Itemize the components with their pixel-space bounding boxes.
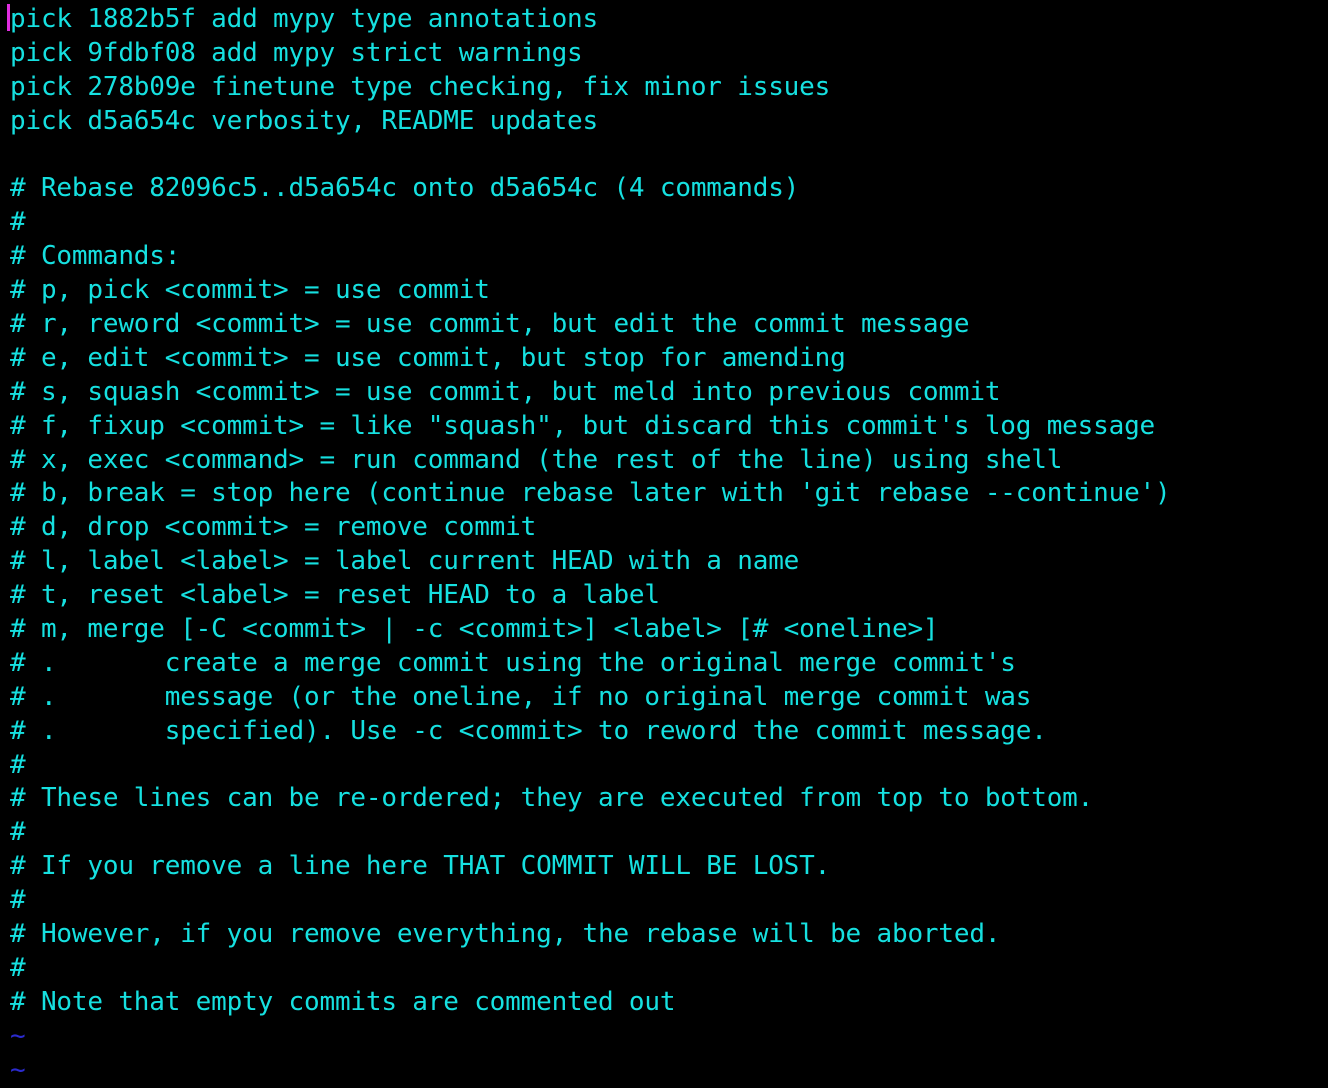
buffer-comment-line[interactable]: # s, squash <commit> = use commit, but m…	[10, 376, 1328, 410]
buffer-comment-line[interactable]: # Rebase 82096c5..d5a654c onto d5a654c (…	[10, 172, 1328, 206]
buffer-filler-line[interactable]: ~	[10, 1054, 1328, 1088]
buffer-comment-line[interactable]: # e, edit <commit> = use commit, but sto…	[10, 342, 1328, 376]
buffer-comment-line[interactable]: #	[10, 884, 1328, 918]
buffer-comment-line[interactable]: # Commands:	[10, 240, 1328, 274]
buffer-comment-line[interactable]: # l, label <label> = label current HEAD …	[10, 545, 1328, 579]
buffer-comment-line[interactable]: # These lines can be re-ordered; they ar…	[10, 782, 1328, 816]
buffer-todo-line[interactable]: pick d5a654c verbosity, README updates	[10, 105, 1328, 139]
vim-buffer[interactable]: pick 1882b5f add mypy type annotations pi…	[10, 3, 1328, 1088]
buffer-comment-line[interactable]: #	[10, 206, 1328, 240]
buffer-todo-line[interactable]: pick 278b09e finetune type checking, fix…	[10, 71, 1328, 105]
buffer-comment-line[interactable]: #	[10, 952, 1328, 986]
buffer-comment-line[interactable]: # . create a merge commit using the orig…	[10, 647, 1328, 681]
text-cursor	[7, 4, 10, 31]
buffer-comment-line[interactable]: # p, pick <commit> = use commit	[10, 274, 1328, 308]
buffer-comment-line[interactable]: # f, fixup <commit> = like "squash", but…	[10, 410, 1328, 444]
buffer-comment-line[interactable]: # . specified). Use -c <commit> to rewor…	[10, 715, 1328, 749]
buffer-comment-line[interactable]: # b, break = stop here (continue rebase …	[10, 477, 1328, 511]
buffer-comment-line[interactable]: # However, if you remove everything, the…	[10, 918, 1328, 952]
buffer-comment-line[interactable]: # x, exec <command> = run command (the r…	[10, 444, 1328, 478]
terminal-window[interactable]: pick 1882b5f add mypy type annotations pi…	[0, 0, 1328, 1086]
buffer-comment-line[interactable]: # r, reword <commit> = use commit, but e…	[10, 308, 1328, 342]
buffer-comment-line[interactable]: # . message (or the oneline, if no origi…	[10, 681, 1328, 715]
buffer-filler-line[interactable]: ~	[10, 1020, 1328, 1054]
buffer-comment-line[interactable]: # Note that empty commits are commented …	[10, 986, 1328, 1020]
buffer-comment-line[interactable]: # m, merge [-C <commit> | -c <commit>] <…	[10, 613, 1328, 647]
buffer-todo-line[interactable]: pick 1882b5f add mypy type annotations	[10, 3, 1328, 37]
buffer-comment-line[interactable]: # If you remove a line here THAT COMMIT …	[10, 850, 1328, 884]
buffer-empty-line[interactable]	[10, 139, 1328, 173]
buffer-comment-line[interactable]: # t, reset <label> = reset HEAD to a lab…	[10, 579, 1328, 613]
buffer-comment-line[interactable]: #	[10, 816, 1328, 850]
buffer-comment-line[interactable]: #	[10, 749, 1328, 783]
buffer-todo-line[interactable]: pick 9fdbf08 add mypy strict warnings	[10, 37, 1328, 71]
buffer-comment-line[interactable]: # d, drop <commit> = remove commit	[10, 511, 1328, 545]
